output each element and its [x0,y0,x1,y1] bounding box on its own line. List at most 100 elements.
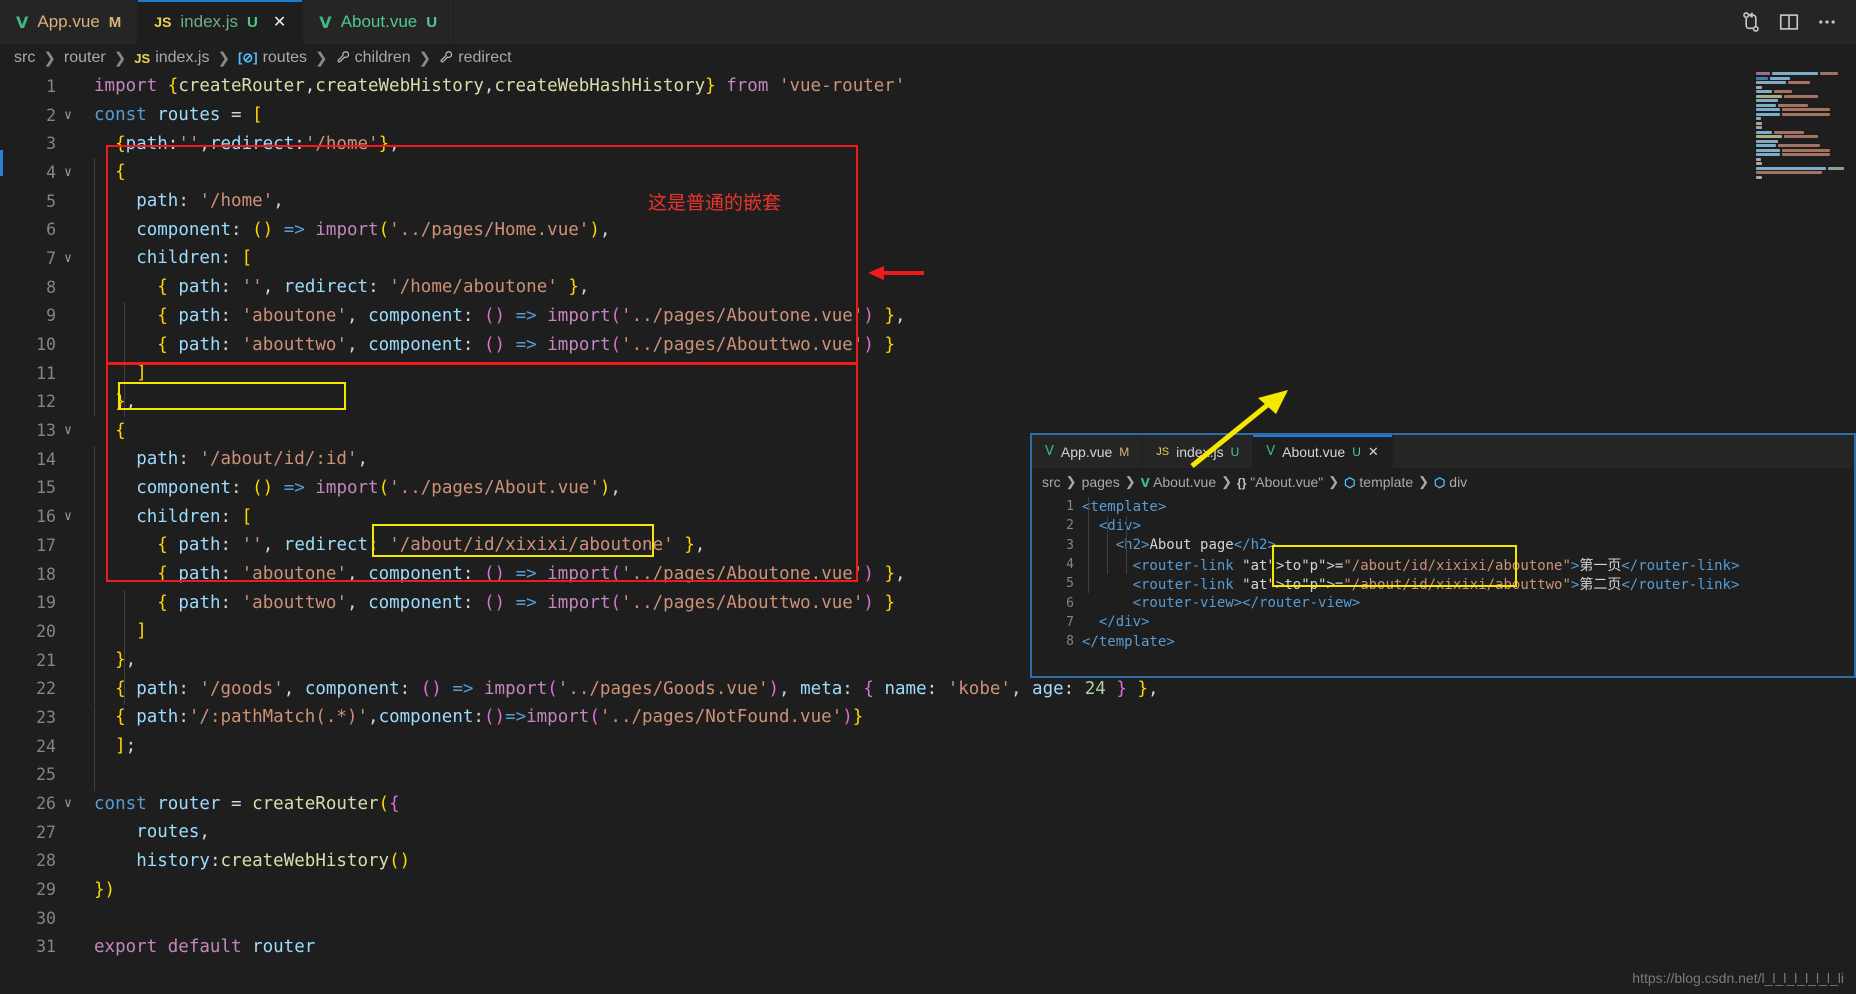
inset-code-line[interactable]: 4 <router-link "at">to"p">="/about/id/xi… [1032,555,1854,574]
code-line[interactable]: 8 { path: '', redirect: '/home/aboutone'… [0,273,1856,302]
breadcrumb-item-src[interactable]: src [14,49,35,67]
line-number: 14 [36,449,56,469]
inset-breadcrumb-item-src[interactable]: src [1042,474,1061,490]
inset-tab-badge: M [1119,444,1130,459]
line-number: 6 [1066,595,1074,611]
fold-chevron-icon[interactable]: ∨ [56,165,80,180]
line-number: 3 [1066,537,1074,553]
code-line[interactable]: 3 {path:'',redirect:'/home'}, [0,129,1856,158]
inset-code-line[interactable]: 7 </div> [1032,613,1854,632]
code-line[interactable]: 12 }, [0,388,1856,417]
tab-label: App.vue [37,12,100,31]
inset-breadcrumb-item-pages[interactable]: pages [1082,474,1120,490]
breadcrumb-separator: ❯ [43,50,56,67]
js-file-icon: JS [134,50,151,66]
code-line[interactable]: 9 { path: 'aboutone', component: () => i… [0,302,1856,331]
breadcrumb-separator: ❯ [1221,474,1233,489]
code-line[interactable]: 22 { path: '/goods', component: () => im… [0,674,1856,703]
editor-tab-bar: V App.vue M JS index.js U ✕ V About.vue … [0,0,1856,44]
minimap[interactable] [1748,72,1856,412]
line-number: 27 [36,822,56,842]
indent-guide [94,446,95,704]
line-number: 5 [1066,576,1074,592]
line-number: 15 [36,478,56,498]
line-number: 9 [46,306,56,326]
inset-code-line[interactable]: 3 <h2>About page</h2> [1032,536,1854,555]
inset-breadcrumb-item-div[interactable]: ⬡ div [1434,474,1467,491]
split-editor-icon[interactable] [1778,11,1800,33]
inset-code-line[interactable]: 8 </template> [1032,632,1854,651]
watermark: https://blog.csdn.net/l_l_l_l_l_l_l_li [1632,970,1844,986]
array-symbol-icon: [⊘] [238,50,258,65]
inset-breadcrumb-item-template[interactable]: ⬡ template [1344,474,1413,491]
code-text: <router-link "at">to"p">="/about/id/xixi… [1132,576,1740,593]
code-text: </template> [1082,633,1175,650]
inset-code-line[interactable]: 6 <router-view></router-view> [1032,593,1854,612]
code-line[interactable]: 28 history:createWebHistory() [0,847,1856,876]
code-text: path: '/home', [136,191,284,212]
property-symbol-icon [439,50,453,67]
annotation-red-arrow [868,266,924,280]
inset-code-line[interactable]: 2 <div> [1032,516,1854,535]
code-text: { path: 'abouttwo', component: () => imp… [157,592,895,613]
code-line[interactable]: 29}) [0,875,1856,904]
source-control-icon[interactable] [1740,11,1762,33]
breadcrumb-item-children[interactable]: children [336,49,411,67]
tab-status-badge: M [108,13,122,31]
code-line[interactable]: 11 ] [0,359,1856,388]
code-line[interactable]: 30 [0,904,1856,933]
line-number: 17 [36,535,56,555]
inset-breadcrumb-item-module[interactable]: {} "About.vue" [1237,474,1323,490]
code-text: <router-view></router-view> [1132,595,1361,612]
tab-app-vue[interactable]: V App.vue M [0,0,139,44]
fold-chevron-icon[interactable]: ∨ [56,423,80,438]
close-icon[interactable]: ✕ [1368,444,1379,460]
tab-about-vue[interactable]: V About.vue U [303,0,455,44]
code-line[interactable]: 4 ∨ { [0,158,1856,187]
line-number: 20 [36,621,56,641]
code-line[interactable]: 24 ]; [0,732,1856,761]
breadcrumb-item-router[interactable]: router [64,49,106,67]
inset-tab-app-vue[interactable]: V App.vue M [1032,435,1144,468]
close-icon[interactable]: ✕ [273,12,286,32]
breadcrumb-label: router [63,49,106,66]
breadcrumb-item-routes[interactable]: [⊘] routes [238,49,307,67]
code-line[interactable]: 6 component: () => import('../pages/Home… [0,215,1856,244]
inset-breadcrumb-item-aboutvue[interactable]: V About.vue [1141,474,1216,490]
code-line[interactable]: 1 import {createRouter,createWebHistory,c… [0,72,1856,101]
breadcrumb-label: index.js [155,49,210,66]
code-line[interactable]: 5 path: '/home', [0,187,1856,216]
line-number: 11 [36,363,56,383]
code-line[interactable]: 31 export default router [0,933,1856,962]
code-line[interactable]: 23 { path:'/:pathMatch(.*)',component:()… [0,703,1856,732]
breadcrumb-item-indexjs[interactable]: JS index.js [134,49,209,67]
inset-code-line[interactable]: 1 <template> [1032,497,1854,516]
fold-chevron-icon[interactable]: ∨ [56,796,80,811]
line-number: 30 [36,908,56,928]
inset-breadcrumb: src ❯ pages ❯ V About.vue ❯ {} "About.vu… [1032,469,1854,495]
code-text: }) [94,879,116,900]
breadcrumb-separator: ❯ [1124,474,1136,489]
breadcrumb-separator: ❯ [217,50,231,67]
annotation-yellow-arrow [1190,390,1288,468]
line-number: 6 [46,220,56,240]
property-symbol-icon [336,50,350,67]
code-line[interactable]: 27 routes, [0,818,1856,847]
fold-chevron-icon[interactable]: ∨ [56,509,80,524]
inset-code-lines[interactable]: 1 <template> 2 <div> 3 <h2>About page</h2> 4… [1032,495,1854,651]
tab-index-js[interactable]: JS index.js U ✕ [138,0,304,44]
code-line[interactable]: 10 { path: 'abouttwo', component: () => … [0,330,1856,359]
code-line[interactable]: 7 ∨ children: [ [0,244,1856,273]
code-line[interactable]: 25 [0,761,1856,790]
inset-code-line[interactable]: 5 <router-link "at">to"p">="/about/id/xi… [1032,574,1854,593]
code-line[interactable]: 26 ∨ const router = createRouter({ [0,789,1856,818]
code-line[interactable]: 2 ∨ const routes = [ [0,101,1856,130]
fold-chevron-icon[interactable]: ∨ [56,108,80,123]
annotation-note-nested: 这是普通的嵌套 [648,192,782,214]
line-number: 13 [36,421,56,441]
code-text: { path:'/:pathMatch(.*)',component:()=>i… [115,707,864,728]
breadcrumb-item-redirect[interactable]: redirect [439,49,512,67]
fold-chevron-icon[interactable]: ∨ [56,251,80,266]
more-actions-icon[interactable] [1816,11,1838,33]
secondary-editor-panel[interactable]: V App.vue M JS index.js U V About.vue U … [1030,433,1856,678]
